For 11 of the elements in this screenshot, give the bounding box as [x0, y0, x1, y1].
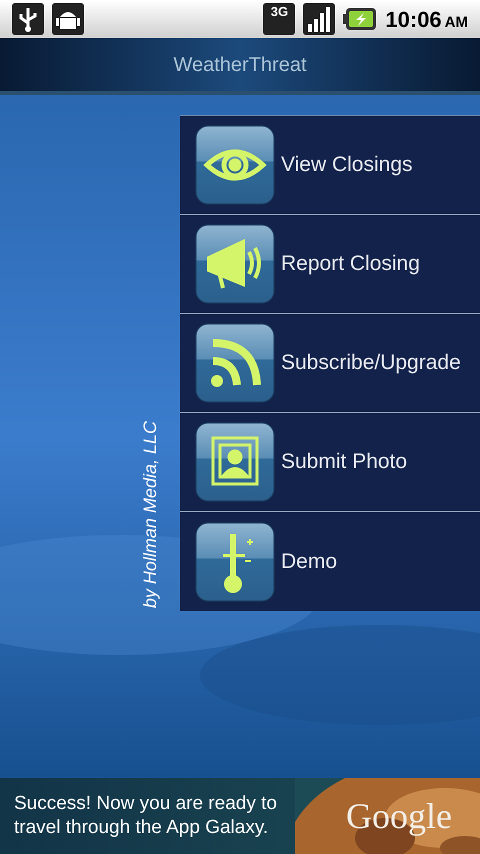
robot-icon	[52, 3, 84, 35]
app-title: WeatherThreat	[173, 52, 307, 78]
network-type-icon: 3G	[263, 3, 296, 35]
signal-icon	[303, 3, 336, 35]
usb-icon	[12, 3, 44, 35]
battery-charging-icon	[343, 7, 378, 31]
ad-brand-logo: Google	[346, 795, 452, 838]
ad-text: Success! Now you are ready to travel through the App Galaxy.	[13, 792, 278, 840]
ad-banner[interactable]: Success! Now you are ready to travel through the App Galaxy. Google	[0, 778, 480, 854]
clock-time: 10:06	[385, 6, 442, 34]
clock-meridiem: AM	[444, 12, 468, 32]
